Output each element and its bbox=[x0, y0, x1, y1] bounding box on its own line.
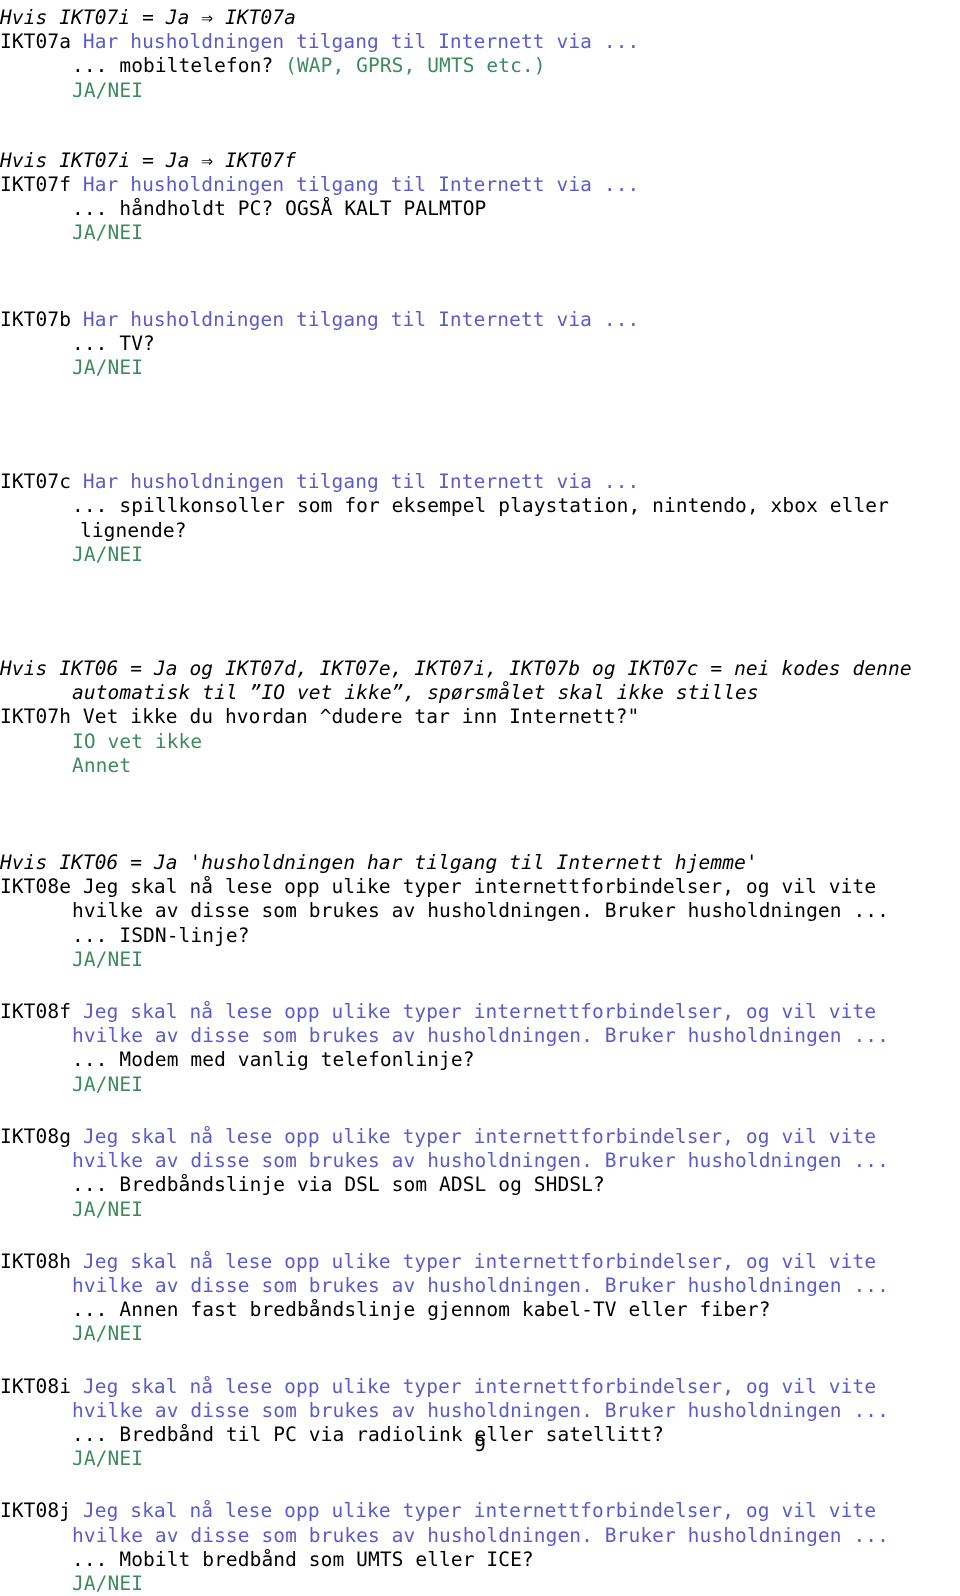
question-line: IKT07f Har husholdningen tilgang til Int… bbox=[0, 173, 960, 197]
question-line: IKT07h Vet ikke du hvordan ^dudere tar i… bbox=[0, 705, 960, 729]
question-block-ikt07h: Hvis IKT06 = Ja og IKT07d, IKT07e, IKT07… bbox=[0, 657, 960, 778]
answer-option-io-vet-ikke: IO vet ikke bbox=[72, 729, 203, 753]
question-line: IKT08h Jeg skal nå lese opp ulike typer … bbox=[0, 1250, 960, 1274]
question-item: ... håndholdt PC? OGSÅ KALT PALMTOP bbox=[72, 197, 487, 221]
question-code: IKT07b bbox=[0, 307, 72, 331]
question-line: IKT08j Jeg skal nå lese opp ulike typer … bbox=[0, 1499, 960, 1523]
question-line: IKT07c Har husholdningen tilgang til Int… bbox=[0, 470, 960, 494]
question-text-continuation: hvilke av disse som brukes av husholdnin… bbox=[72, 899, 889, 923]
question-line: IKT08f Jeg skal nå lese opp ulike typer … bbox=[0, 1000, 960, 1024]
questionnaire-page: Hvis IKT07i = Ja ⇒ IKT07a IKT07a Har hus… bbox=[0, 0, 960, 1595]
question-code: IKT08g bbox=[0, 1124, 72, 1148]
question-item: ... Modem med vanlig telefonlinje? bbox=[72, 1048, 475, 1072]
question-text: Jeg skal nå lese opp ulike typer interne… bbox=[82, 1249, 877, 1273]
question-line: IKT08e Jeg skal nå lese opp ulike typer … bbox=[0, 875, 960, 899]
answer-options: JA/NEI bbox=[72, 221, 144, 245]
question-block-ikt07b: IKT07b Har husholdningen tilgang til Int… bbox=[0, 308, 960, 381]
page-number: 9 bbox=[474, 1433, 486, 1456]
question-code: IKT08h bbox=[0, 1249, 72, 1273]
routing-condition: Hvis IKT06 = Ja og IKT07d, IKT07e, IKT07… bbox=[0, 657, 912, 681]
question-text: Jeg skal nå lese opp ulike typer interne… bbox=[82, 1000, 877, 1024]
question-text-continuation: hvilke av disse som brukes av husholdnin… bbox=[72, 1398, 889, 1422]
question-line: IKT07a Har husholdningen tilgang til Int… bbox=[0, 30, 960, 54]
question-item: ... TV? bbox=[72, 331, 155, 355]
question-item: ... spillkonsoller som for eksempel play… bbox=[72, 494, 889, 518]
question-block-ikt08j: IKT08j Jeg skal nå lese opp ulike typer … bbox=[0, 1499, 960, 1596]
question-code: IKT08j bbox=[0, 1499, 72, 1523]
item-note: (WAP, GPRS, UMTS etc.) bbox=[285, 54, 546, 78]
question-text: Jeg skal nå lese opp ulike typer interne… bbox=[82, 1499, 877, 1523]
question-block-ikt08e: Hvis IKT06 = Ja 'husholdningen har tilga… bbox=[0, 851, 960, 972]
answer-options: JA/NEI bbox=[72, 1322, 144, 1346]
question-code: IKT08i bbox=[0, 1374, 72, 1398]
question-code: IKT07c bbox=[0, 470, 72, 494]
item-text: ... mobiltelefon? bbox=[72, 54, 286, 78]
question-line: IKT08i Jeg skal nå lese opp ulike typer … bbox=[0, 1375, 960, 1399]
question-text: Har husholdningen tilgang til Internett … bbox=[82, 307, 640, 331]
question-text: Vet ikke du hvordan ^dudere tar inn Inte… bbox=[82, 705, 640, 729]
question-text-continuation: hvilke av disse som brukes av husholdnin… bbox=[72, 1273, 889, 1297]
routing-condition-continuation: automatisk til ”IO vet ikke”, spørsmålet… bbox=[72, 681, 759, 705]
question-code: IKT07f bbox=[0, 173, 72, 197]
routing-condition: Hvis IKT06 = Ja 'husholdningen har tilga… bbox=[0, 851, 758, 875]
question-code: IKT07a bbox=[0, 30, 72, 54]
question-block-ikt08f: IKT08f Jeg skal nå lese opp ulike typer … bbox=[0, 1000, 960, 1097]
question-line: IKT08g Jeg skal nå lese opp ulike typer … bbox=[0, 1125, 960, 1149]
question-block-ikt07f: Hvis IKT07i = Ja ⇒ IKT07f IKT07f Har hus… bbox=[0, 149, 960, 246]
question-text-continuation: hvilke av disse som brukes av husholdnin… bbox=[72, 1024, 889, 1048]
question-text: Har husholdningen tilgang til Internett … bbox=[82, 470, 640, 494]
question-item: ... Mobilt bredbånd som UMTS eller ICE? bbox=[72, 1547, 534, 1571]
answer-options: JA/NEI bbox=[72, 356, 144, 380]
answer-options: JA/NEI bbox=[72, 1072, 144, 1096]
answer-options: JA/NEI bbox=[72, 1571, 144, 1595]
routing-condition: Hvis IKT07i = Ja ⇒ IKT07f bbox=[0, 148, 296, 172]
answer-options: JA/NEI bbox=[72, 78, 144, 102]
question-text-continuation: hvilke av disse som brukes av husholdnin… bbox=[72, 1523, 889, 1547]
question-code: IKT08f bbox=[0, 1000, 72, 1024]
question-text-continuation: hvilke av disse som brukes av husholdnin… bbox=[72, 1149, 889, 1173]
routing-condition: Hvis IKT07i = Ja ⇒ IKT07a bbox=[0, 6, 296, 29]
question-code: IKT07h bbox=[0, 705, 72, 729]
question-item-continuation: lignende? bbox=[80, 518, 187, 542]
answer-options: JA/NEI bbox=[72, 947, 144, 971]
question-item: ... mobiltelefon? (WAP, GPRS, UMTS etc.) bbox=[0, 54, 960, 78]
question-block-ikt08h: IKT08h Jeg skal nå lese opp ulike typer … bbox=[0, 1250, 960, 1347]
question-item: ... Annen fast bredbåndslinje gjennom ka… bbox=[72, 1298, 771, 1322]
answer-options: JA/NEI bbox=[72, 542, 144, 566]
answer-option-annet: Annet bbox=[72, 753, 132, 777]
question-code: IKT08e bbox=[0, 875, 72, 899]
question-text: Jeg skal nå lese opp ulike typer interne… bbox=[82, 1124, 877, 1148]
question-item: ... Bredbåndslinje via DSL som ADSL og S… bbox=[72, 1173, 605, 1197]
question-block-ikt08g: IKT08g Jeg skal nå lese opp ulike typer … bbox=[0, 1125, 960, 1222]
question-line: IKT07b Har husholdningen tilgang til Int… bbox=[0, 308, 960, 332]
question-block-ikt07c: IKT07c Har husholdningen tilgang til Int… bbox=[0, 470, 960, 567]
question-block-ikt08i: IKT08i Jeg skal nå lese opp ulike typer … bbox=[0, 1375, 960, 1472]
question-text: Jeg skal nå lese opp ulike typer interne… bbox=[82, 1374, 877, 1398]
answer-options: JA/NEI bbox=[72, 1197, 144, 1221]
question-text: Har husholdningen tilgang til Internett … bbox=[82, 30, 640, 54]
question-text: Jeg skal nå lese opp ulike typer interne… bbox=[82, 875, 877, 899]
question-block-ikt07a: Hvis IKT07i = Ja ⇒ IKT07a IKT07a Har hus… bbox=[0, 6, 960, 103]
question-item: ... ISDN-linje? bbox=[72, 923, 250, 947]
question-text: Har husholdningen tilgang til Internett … bbox=[82, 173, 640, 197]
